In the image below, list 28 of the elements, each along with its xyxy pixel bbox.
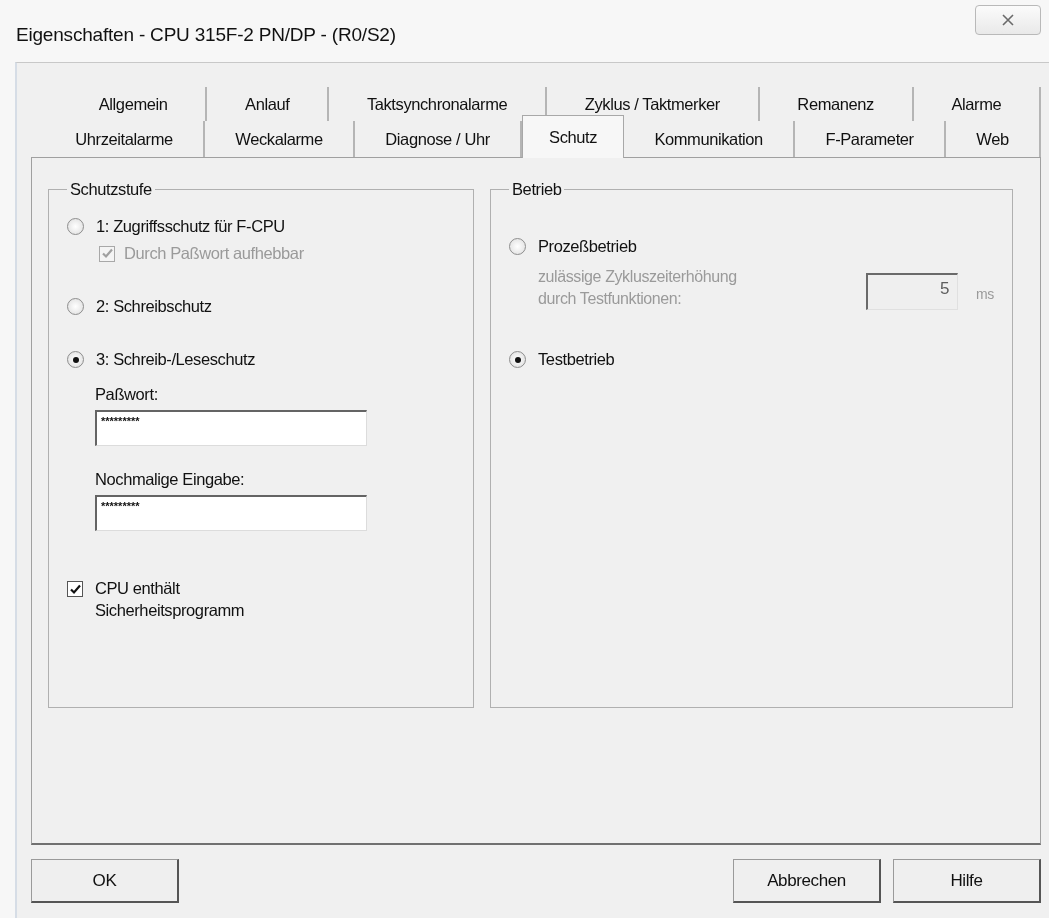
dialog-button[interactable]: Abbrechen — [733, 859, 881, 903]
checkbox-label: Durch Paßwort aufhebbar — [124, 244, 304, 263]
setting-label: zulässige Zykluszeiterhöhung durch Testfunktionen: — [538, 267, 738, 309]
close-icon — [1001, 13, 1015, 27]
radio-button[interactable] — [67, 218, 84, 235]
radio-label: 2: Schreibschutz — [96, 297, 212, 316]
field-label: Paßwort: — [95, 385, 159, 404]
group-title: Betrieb — [511, 180, 563, 199]
group-title: Schutzstufe — [69, 180, 153, 199]
radio-button[interactable] — [67, 351, 84, 368]
checkbox[interactable] — [67, 581, 83, 597]
dialog-button[interactable]: OK — [31, 859, 179, 903]
unit-label: ms — [976, 286, 994, 304]
radio-label: 3: Schreib-/Leseschutz — [96, 350, 256, 369]
radio-button[interactable] — [509, 238, 526, 255]
dialog-button[interactable]: Hilfe — [893, 859, 1041, 903]
checkbox-label: CPU enthält Sicherheitsprogramm — [95, 578, 246, 621]
radio-label: Testbetrieb — [538, 350, 615, 369]
window-title: Eigenschaften - CPU 315F-2 PN/DP - (R0/S2) — [16, 23, 396, 46]
radio-button[interactable] — [509, 351, 526, 368]
radio-button[interactable] — [67, 298, 84, 315]
tab[interactable]: Schutz — [522, 115, 625, 158]
radio-label: 1: Zugriffsschutz für F-CPU — [96, 217, 285, 236]
password-field[interactable]: ********* — [95, 410, 367, 446]
field-label: Nochmalige Eingabe: — [95, 470, 246, 489]
radio-label: Prozeßbetrieb — [538, 237, 637, 256]
close-button[interactable] — [975, 5, 1041, 35]
password-field[interactable]: ********* — [95, 495, 367, 531]
